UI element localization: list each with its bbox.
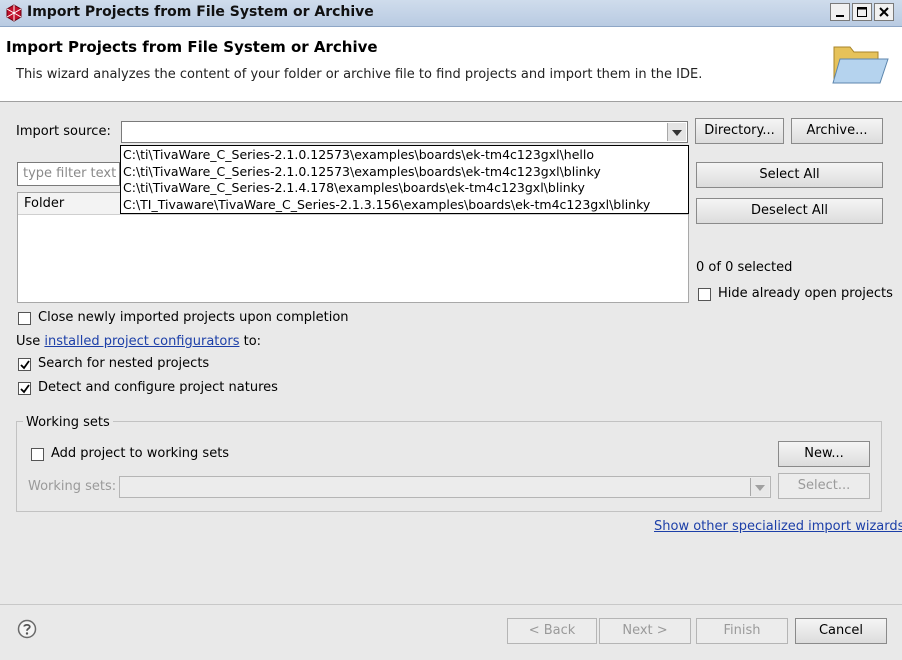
minimize-button[interactable]	[830, 3, 850, 21]
import-source-combo[interactable]	[121, 121, 688, 143]
eclipse-app-icon	[5, 4, 23, 22]
close-button[interactable]	[874, 3, 894, 21]
dropdown-option[interactable]: C:\ti\TivaWare_C_Series-2.1.0.12573\exam…	[123, 147, 594, 163]
selected-count: 0 of 0 selected	[696, 260, 793, 275]
archive-button[interactable]: Archive...	[791, 118, 883, 144]
new-working-set-button[interactable]: New...	[778, 441, 870, 467]
use-prefix: Use	[16, 334, 45, 349]
add-to-working-sets-checkbox[interactable]	[31, 448, 44, 461]
cancel-button[interactable]: Cancel	[795, 618, 887, 644]
dropdown-option[interactable]: C:\TI_Tivaware\TivaWare_C_Series-2.1.3.1…	[123, 197, 650, 213]
select-all-button[interactable]: Select All	[696, 162, 883, 188]
dropdown-option[interactable]: C:\ti\TivaWare_C_Series-2.1.4.178\exampl…	[123, 180, 585, 196]
folder-icon	[830, 39, 890, 91]
checkmark-icon	[20, 360, 30, 370]
directory-button[interactable]: Directory...	[695, 118, 784, 144]
dropdown-option[interactable]: C:\ti\TivaWare_C_Series-2.1.0.12573\exam…	[123, 164, 601, 180]
help-icon[interactable]	[17, 619, 37, 639]
other-import-wizards-link[interactable]: Show other specialized import wizards	[654, 519, 902, 534]
maximize-button[interactable]	[852, 3, 872, 21]
checkmark-icon	[20, 384, 30, 394]
title-bar: Import Projects from File System or Arch…	[0, 0, 902, 27]
wizard-title: Import Projects from File System or Arch…	[6, 38, 378, 56]
search-nested-checkbox[interactable]	[18, 358, 31, 371]
import-source-label: Import source:	[16, 124, 111, 139]
import-source-dropdown[interactable]: C:\ti\TivaWare_C_Series-2.1.0.12573\exam…	[120, 145, 689, 214]
detect-natures-checkbox[interactable]	[18, 382, 31, 395]
working-sets-group-label: Working sets	[23, 415, 113, 430]
search-nested-label: Search for nested projects	[38, 356, 210, 371]
deselect-all-button[interactable]: Deselect All	[696, 198, 883, 224]
working-sets-combo[interactable]	[119, 476, 771, 498]
filter-placeholder: type filter text	[23, 166, 117, 181]
add-to-working-sets-label: Add project to working sets	[51, 446, 230, 461]
working-sets-label: Working sets:	[28, 479, 117, 494]
close-newly-checkbox[interactable]	[18, 312, 31, 325]
chevron-down-icon[interactable]	[750, 478, 769, 496]
next-button[interactable]: Next >	[599, 618, 691, 644]
back-button[interactable]: < Back	[507, 618, 597, 644]
finish-button[interactable]: Finish	[696, 618, 788, 644]
hide-open-label: Hide already open projects	[718, 286, 893, 301]
footer-separator	[0, 604, 902, 605]
window-title: Import Projects from File System or Arch…	[27, 4, 374, 20]
configurators-row: Use installed project configurators to:	[16, 334, 261, 349]
close-newly-label: Close newly imported projects upon compl…	[38, 310, 349, 325]
filter-input[interactable]: type filter text	[17, 162, 120, 186]
use-suffix: to:	[239, 334, 262, 349]
hide-open-checkbox[interactable]	[698, 288, 711, 301]
chevron-down-icon[interactable]	[667, 123, 686, 141]
detect-natures-label: Detect and configure project natures	[38, 380, 278, 395]
select-working-set-button[interactable]: Select...	[778, 473, 870, 499]
wizard-description: This wizard analyzes the content of your…	[16, 67, 703, 82]
wizard-header: Import Projects from File System or Arch…	[0, 27, 902, 102]
working-sets-group	[16, 421, 882, 512]
configurators-link[interactable]: installed project configurators	[44, 334, 239, 349]
folder-column-header[interactable]: Folder	[24, 196, 64, 211]
